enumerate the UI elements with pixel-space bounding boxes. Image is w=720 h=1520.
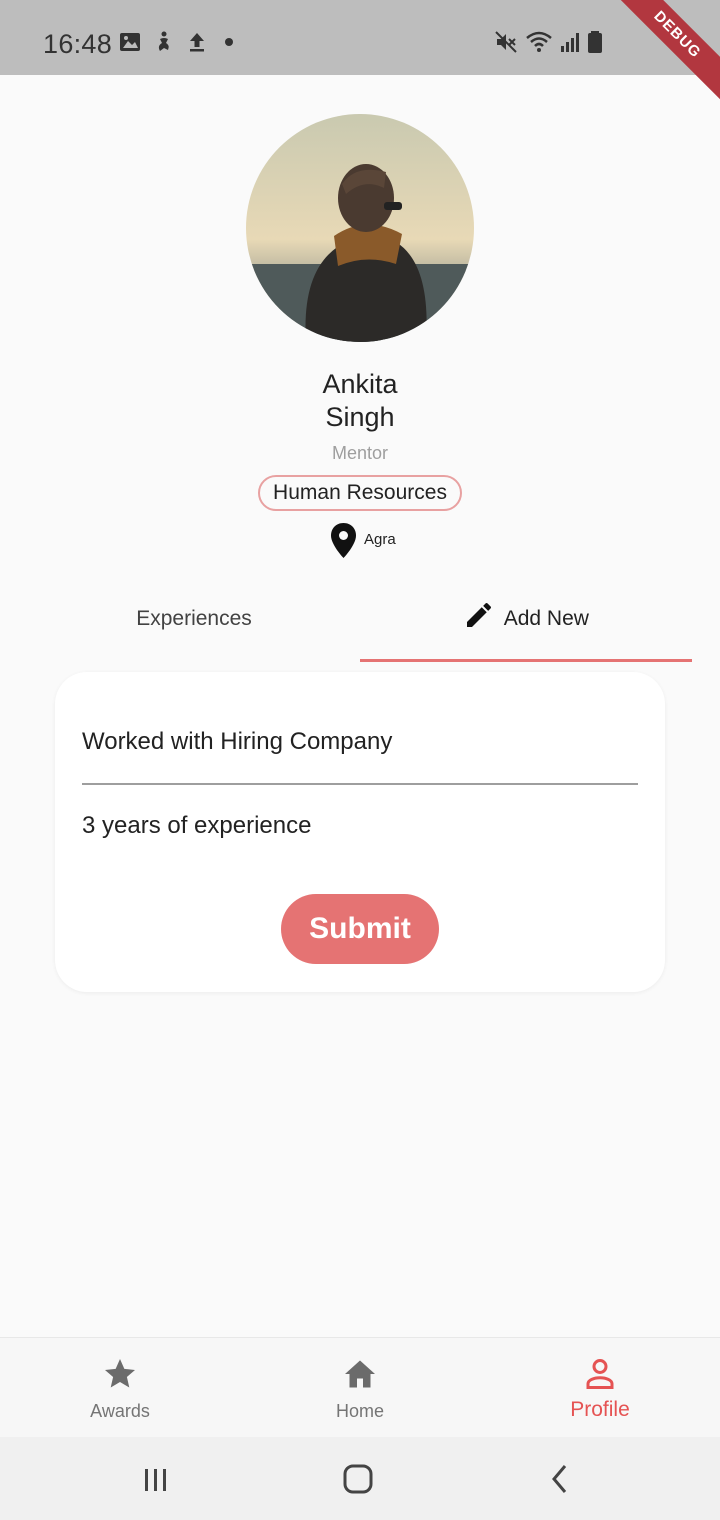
nav-label-awards: Awards [90, 1401, 150, 1421]
signal-icon [559, 30, 583, 54]
mute-icon [494, 30, 518, 54]
home-button-icon[interactable] [334, 1455, 382, 1503]
accessibility-icon [152, 30, 176, 54]
recent-apps-icon[interactable] [132, 1455, 180, 1503]
star-icon [102, 1356, 138, 1392]
avatar [246, 114, 474, 342]
experience-description-field[interactable]: 3 years of experience [82, 812, 311, 840]
status-bar: 16:48 [0, 0, 720, 75]
nav-item-home[interactable]: Home [240, 1338, 480, 1438]
person-icon [582, 1356, 618, 1392]
system-navigation-bar [0, 1437, 720, 1520]
profile-first-name: Ankita [322, 369, 398, 399]
experience-title-field[interactable]: Worked with Hiring Company [82, 728, 392, 756]
department-chip: Human Resources [258, 475, 462, 511]
image-icon [118, 30, 142, 54]
tab-experiences-label: Experiences [136, 607, 252, 630]
dot-icon [222, 30, 246, 54]
nav-item-awards[interactable]: Awards [0, 1338, 240, 1438]
battery-icon [585, 30, 609, 54]
nav-label-profile: Profile [570, 1398, 630, 1421]
wifi-icon [526, 30, 552, 54]
home-icon [342, 1356, 378, 1392]
bottom-navigation: Awards Home Profile [0, 1337, 720, 1437]
tab-add-new-label: Add New [503, 607, 589, 630]
submit-button[interactable]: Submit [281, 894, 439, 964]
nav-label-home: Home [335, 1401, 384, 1421]
back-icon[interactable] [536, 1455, 584, 1503]
location-text: Agra [364, 531, 396, 548]
upload-icon [185, 30, 209, 54]
nav-item-profile[interactable]: Profile [480, 1338, 720, 1438]
pencil-icon [463, 602, 504, 630]
field-underline [82, 783, 638, 785]
tab-add-new[interactable]: Add New [360, 598, 692, 662]
location-pin-icon [330, 522, 357, 559]
profile-last-name: Singh [325, 402, 395, 432]
tab-indicator [360, 659, 692, 662]
profile-role: Mentor [331, 443, 389, 463]
status-time: 16:48 [43, 29, 113, 59]
tab-experiences[interactable]: Experiences [28, 598, 360, 662]
